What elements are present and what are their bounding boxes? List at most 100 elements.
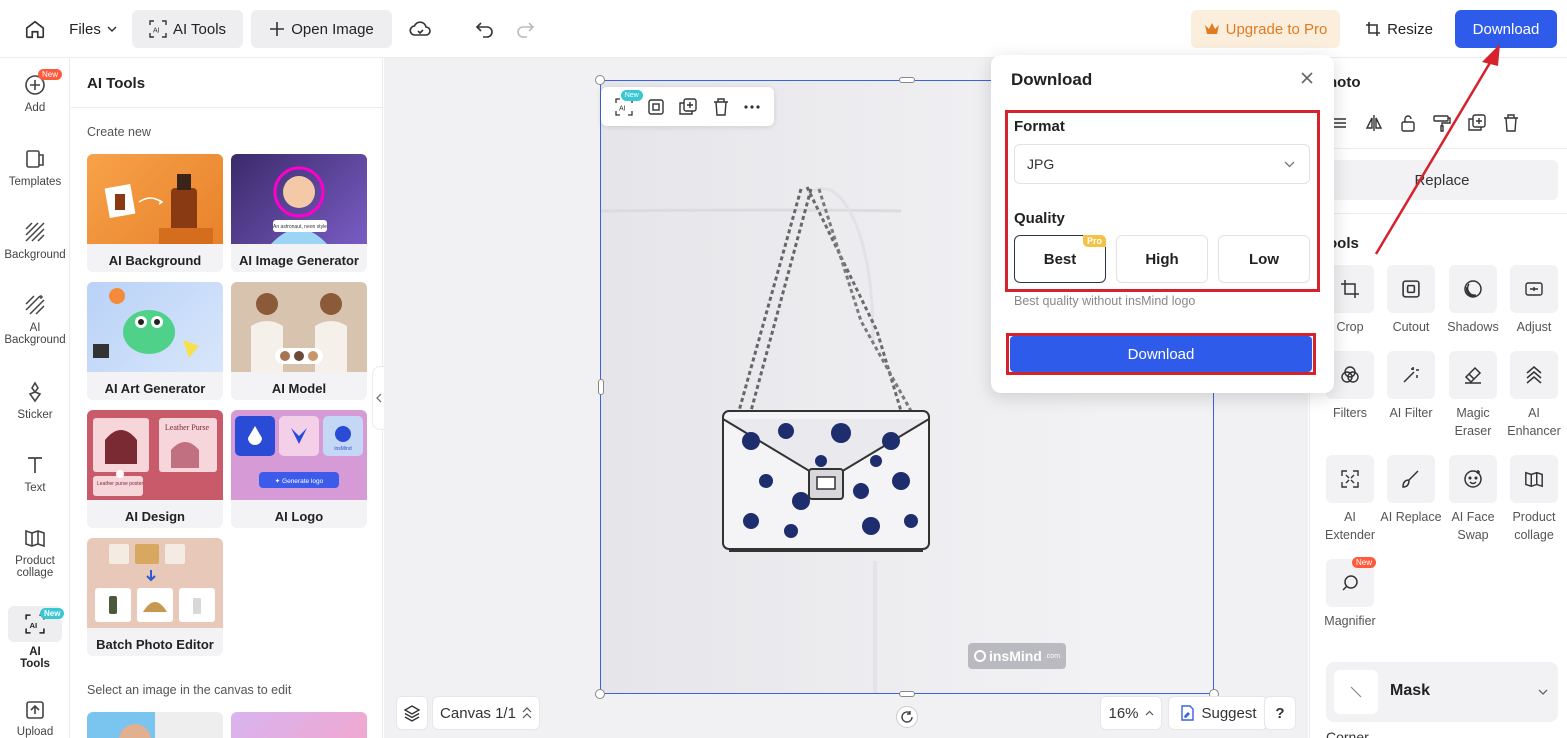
tool-ai-replace[interactable]: AI Replace [1380,455,1442,526]
ai-scan-icon: AI [149,20,167,38]
layers-button[interactable] [396,696,428,730]
tool-shadows[interactable]: Shadows [1442,265,1504,336]
trash-icon[interactable] [713,97,729,116]
nav-ai-tools[interactable]: AI New AI Tools [0,606,70,670]
card-ai-logo[interactable]: insMind ✦ Generate logo AI Logo [231,410,367,528]
undo-button[interactable] [470,10,500,48]
more-icon[interactable] [744,104,760,109]
templates-icon [22,146,48,172]
mask-label: Mask [1390,682,1431,699]
eraser-icon [1449,351,1497,399]
close-icon [1300,71,1314,85]
collapse-panel-button[interactable] [372,366,384,430]
resize-handle[interactable] [899,77,915,83]
new-badge: New [620,89,643,101]
close-button[interactable] [1300,71,1314,88]
card-ai-model[interactable]: AI Model [231,282,367,400]
thumb-caption: An astronaut, neon style [273,224,327,230]
mask-section[interactable]: Mask [1326,662,1558,722]
upgrade-pro-button[interactable]: Upgrade to Pro [1191,10,1340,48]
nav-text-label: Text [24,482,46,494]
resize-handle[interactable] [595,75,605,85]
tool-ai-filter[interactable]: AI Filter [1380,351,1442,422]
cutout-icon [1387,265,1435,313]
ai-art-generator-thumbnail [87,282,223,372]
tool-label: AI Extender [1324,510,1376,542]
annotation-box [1005,110,1320,292]
home-icon [24,18,46,40]
card-ai-design[interactable]: Leather Purse Leather purse poster AI Des… [87,410,223,528]
redo-button[interactable] [510,10,540,48]
upgrade-label: Upgrade to Pro [1225,20,1328,38]
undo-icon [475,20,495,38]
tool-ai-enhancer[interactable]: AI Enhancer [1503,351,1565,440]
ai-background-thumbnail [87,154,223,244]
nav-add[interactable]: New Add [0,69,70,114]
mask-preview [1334,670,1378,714]
nav-product-collage[interactable]: Product collage [0,525,70,579]
ai-scan-icon[interactable]: AI New [615,89,643,116]
tool-ai-extender[interactable]: AI Extender [1319,455,1381,544]
rotate-handle[interactable] [896,706,918,728]
edit-tool-card[interactable] [87,712,223,738]
collage-icon [1510,455,1558,503]
suggest-button[interactable]: Suggest [1168,696,1268,730]
cutout-icon[interactable] [648,98,664,115]
canvas-selector[interactable]: Canvas 1/1 [432,696,540,730]
face-swap-icon [1449,455,1497,503]
card-ai-art-generator[interactable]: AI Art Generator [87,282,223,400]
nav-templates[interactable]: Templates [0,146,70,188]
redo-icon [515,20,535,38]
card-ai-background[interactable]: AI Background [87,154,223,272]
zoom-control[interactable]: 16% [1100,696,1162,730]
tool-ai-face-swap[interactable]: AI Face Swap [1442,455,1504,544]
nav-add-label: Add [24,102,46,114]
adjust-icon [1510,265,1558,313]
watermark-text: insMind [988,648,1042,664]
card-label: AI Model [271,381,327,396]
card-batch-photo-editor[interactable]: Batch Photo Editor [87,538,223,656]
resize-handle[interactable] [598,379,604,395]
open-image-button[interactable]: Open Image [251,10,392,48]
chevron-down-icon [107,24,117,34]
tool-adjust[interactable]: Adjust [1503,265,1565,336]
select-hint: Select an image in the canvas to edit [87,683,292,697]
nav-text[interactable]: Text [0,452,70,494]
nav-ai-background[interactable]: AI Background [0,292,70,346]
cloud-sync-button[interactable] [404,10,436,48]
background-icon [22,219,48,245]
chevron-down-icon [1538,688,1548,696]
duplicate-icon[interactable] [679,97,698,116]
tool-magnifier[interactable]: New Magnifier [1319,557,1381,630]
help-button[interactable]: ? [1264,696,1296,730]
edit-tool-card[interactable] [231,712,367,738]
tool-label: Magnifier [1324,614,1376,628]
plus-circle-icon: New [22,69,63,98]
nav-ai-background-label: AI Background [4,322,66,346]
new-badge: New [38,69,63,80]
home-button[interactable] [18,10,52,48]
cloud-icon [409,20,431,38]
resize-handle[interactable] [899,691,915,697]
enhancer-icon [1510,351,1558,399]
tool-cutout[interactable]: Cutout [1380,265,1442,336]
tool-magic-eraser[interactable]: Magic Eraser [1442,351,1504,440]
tool-product-collage[interactable]: Product collage [1503,455,1565,544]
watermark: insMind .com [968,643,1066,669]
top-bar: Files AI AI Tools Open Image Upgrade to … [0,0,1567,58]
files-menu[interactable]: Files [62,10,124,48]
nav-sticker[interactable]: Sticker [0,379,70,421]
nav-sticker-label: Sticker [17,409,53,421]
tool-label: Crop [1336,320,1364,334]
text-icon [22,452,48,478]
tool-label: Product collage [1512,510,1556,542]
tool-label: Magic Eraser [1454,406,1492,438]
nav-background[interactable]: Background [0,219,70,261]
ai-tools-button[interactable]: AI AI Tools [132,10,243,48]
resize-handle[interactable] [595,689,605,699]
panel-title: AI Tools [87,75,146,92]
layers-icon [403,704,421,722]
card-ai-image-generator[interactable]: An astronaut, neon style AI Image Genera… [231,154,367,272]
nav-upload[interactable]: Upload [0,698,70,738]
thumb-brand: insMind [334,446,351,452]
